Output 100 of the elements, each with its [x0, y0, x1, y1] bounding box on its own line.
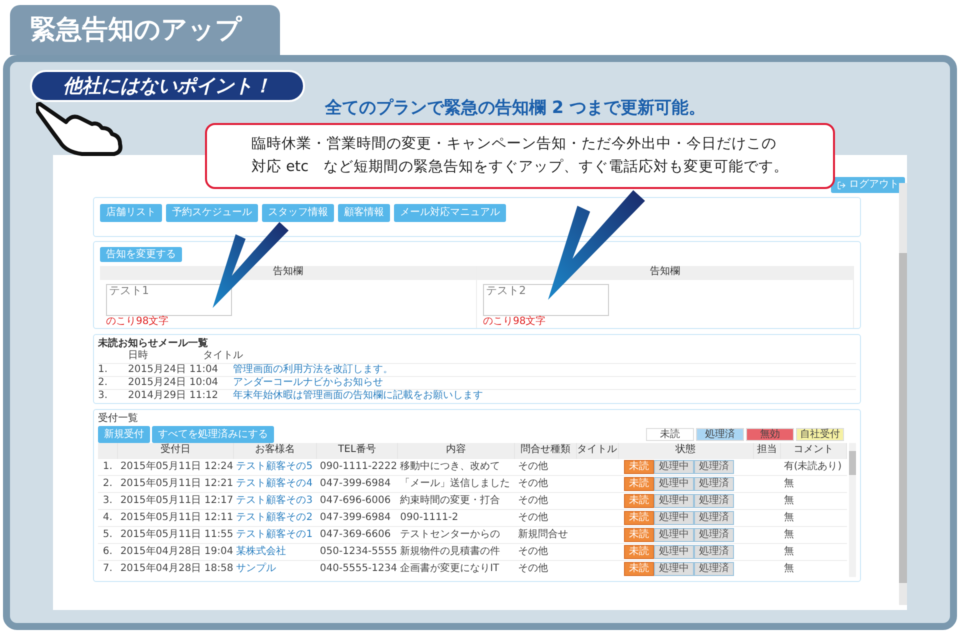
- table-cell: 050-1234-5555: [316, 543, 398, 560]
- column-header: コメント: [780, 443, 847, 458]
- table-cell-text: 2015月24日 11:04: [128, 364, 220, 376]
- customer-link[interactable]: テスト顧客その2: [236, 512, 313, 522]
- mail-link[interactable]: アンダーコールナビからお知らせ: [233, 377, 383, 389]
- column-header: お客様名: [233, 443, 317, 458]
- status-button[interactable]: 未読: [624, 528, 654, 542]
- column-header: 受付日: [117, 443, 234, 458]
- badge-label: 他社にはないポイント！: [63, 74, 272, 99]
- row-number: 6.: [98, 543, 118, 560]
- character-counter: のこり98文字: [106, 316, 170, 328]
- customer-link[interactable]: テスト顧客その1: [236, 528, 313, 540]
- scrollbar-thumb[interactable]: [899, 253, 907, 583]
- headline: 全てのプランで緊急の告知欄 2 つまで更新可能。: [325, 97, 706, 120]
- customer-link[interactable]: サンプル: [236, 562, 276, 574]
- status-button[interactable]: 未読: [624, 510, 654, 524]
- logout-icon: [837, 180, 846, 190]
- legend-item: 無効: [746, 428, 794, 441]
- nav-button[interactable]: メール対応マニュアル: [394, 204, 506, 222]
- table-cell: 無: [780, 475, 847, 492]
- table-cell: 無: [780, 509, 847, 526]
- column-header: 告知欄: [100, 266, 476, 280]
- table-cell: 040-5555-1234: [316, 560, 398, 577]
- status-button[interactable]: 処理中: [654, 544, 694, 558]
- table-cell: その他: [514, 509, 576, 526]
- action-button[interactable]: すべてを処理済みにする: [152, 426, 274, 443]
- row-number: 7.: [98, 560, 118, 577]
- table-cell: 2015年05月11日 11:55: [117, 526, 234, 543]
- customer-link[interactable]: テスト顧客その3: [236, 494, 313, 506]
- column-header: 日時: [128, 350, 149, 363]
- status-button[interactable]: 処理済: [694, 562, 734, 576]
- nav-button[interactable]: 顧客情報: [338, 204, 390, 222]
- column-header: タイトル: [576, 443, 618, 458]
- status-button[interactable]: 処理中: [654, 562, 694, 576]
- table-cell: 無: [780, 492, 847, 509]
- table-cell: 2015年04月28日 18:58: [117, 560, 234, 577]
- row-number: 1.: [98, 458, 118, 475]
- row-number: 2.: [98, 475, 118, 492]
- table-cell: 移動中につき、改めて: [397, 458, 515, 475]
- scrollbar-thumb[interactable]: [849, 451, 856, 475]
- table-cell: 090-1111-2222: [316, 458, 398, 475]
- table-cell: その他: [514, 458, 576, 475]
- column-header: 告知欄: [477, 266, 853, 280]
- column-header: タイトル: [203, 350, 243, 363]
- status-button[interactable]: 処理中: [654, 528, 694, 542]
- status-button[interactable]: 処理済: [694, 494, 734, 508]
- table-cell: 企画書が変更になりIT: [397, 560, 515, 577]
- row-number: 1.: [98, 364, 109, 376]
- customer-link[interactable]: テスト顧客その5: [236, 460, 313, 472]
- table-cell: テストセンターからの: [397, 526, 515, 543]
- customer-link[interactable]: テスト顧客その4: [236, 478, 313, 488]
- table-cell: 047-696-6006: [316, 492, 398, 509]
- scrollbar[interactable]: [899, 183, 907, 605]
- status-button[interactable]: 処理済: [694, 476, 734, 490]
- status-button[interactable]: 処理済: [694, 510, 734, 524]
- status-button[interactable]: 未読: [624, 562, 654, 576]
- scrollbar[interactable]: [849, 443, 856, 577]
- action-button[interactable]: 新規受付: [98, 426, 150, 443]
- status-button[interactable]: 処理中: [654, 476, 694, 490]
- section-title: 未読お知らせメール一覧: [98, 338, 209, 350]
- mail-link[interactable]: 管理画面の利用方法を改訂します。: [233, 364, 393, 376]
- status-button[interactable]: 未読: [624, 476, 654, 490]
- column-header: 担当: [753, 443, 781, 458]
- status-button[interactable]: 未読: [624, 544, 654, 558]
- row-number: 5.: [98, 526, 118, 543]
- column-header: TEL番号: [316, 443, 398, 458]
- legend-item: 処理済: [696, 428, 744, 441]
- status-button[interactable]: 処理済: [694, 528, 734, 542]
- notice-textarea[interactable]: テスト1: [106, 284, 232, 316]
- nav-button[interactable]: 予約スケジュール: [166, 204, 258, 222]
- status-button[interactable]: 処理中: [654, 494, 694, 508]
- table-cell: 新規問合せ: [514, 526, 576, 543]
- table-cell: その他: [514, 492, 576, 509]
- status-button[interactable]: 処理済: [694, 544, 734, 558]
- status-button[interactable]: 処理済: [694, 460, 734, 474]
- notice-textarea[interactable]: テスト2: [483, 284, 609, 316]
- column-header: 問合せ種類: [514, 443, 576, 458]
- table-cell: 090-1111-2: [397, 509, 515, 526]
- table-cell: 047-399-6984: [316, 475, 398, 492]
- section-title: 受付一覧: [98, 413, 139, 425]
- nav-button[interactable]: 店舗リスト: [100, 204, 162, 222]
- nav-button[interactable]: スタッフ情報: [262, 204, 334, 222]
- customer-link[interactable]: 某株式会社: [236, 546, 286, 556]
- status-button[interactable]: 処理中: [654, 460, 694, 474]
- table-cell: 2015年05月11日 12:24: [117, 458, 234, 475]
- status-button[interactable]: 処理中: [654, 510, 694, 524]
- table-cell: 2015年05月11日 12:11: [117, 509, 234, 526]
- table-cell: 無: [780, 526, 847, 543]
- table-cell: 2015年05月11日 12:17: [117, 492, 234, 509]
- table-cell: その他: [514, 560, 576, 577]
- row-number: 4.: [98, 509, 118, 526]
- page-tab-title: 緊急告知のアップ: [30, 14, 242, 46]
- row-number: 3.: [98, 390, 109, 402]
- table-cell: その他: [514, 543, 576, 560]
- mail-link[interactable]: 年末年始休暇は管理画面の告知欄に記載をお願いします: [233, 390, 483, 402]
- table-cell: 新規物件の見積書の件: [397, 543, 515, 560]
- status-button[interactable]: 未読: [624, 494, 654, 508]
- column-header: 状態: [618, 443, 754, 458]
- change-notice-button[interactable]: 告知を変更する: [100, 247, 182, 262]
- status-button[interactable]: 未読: [624, 460, 654, 474]
